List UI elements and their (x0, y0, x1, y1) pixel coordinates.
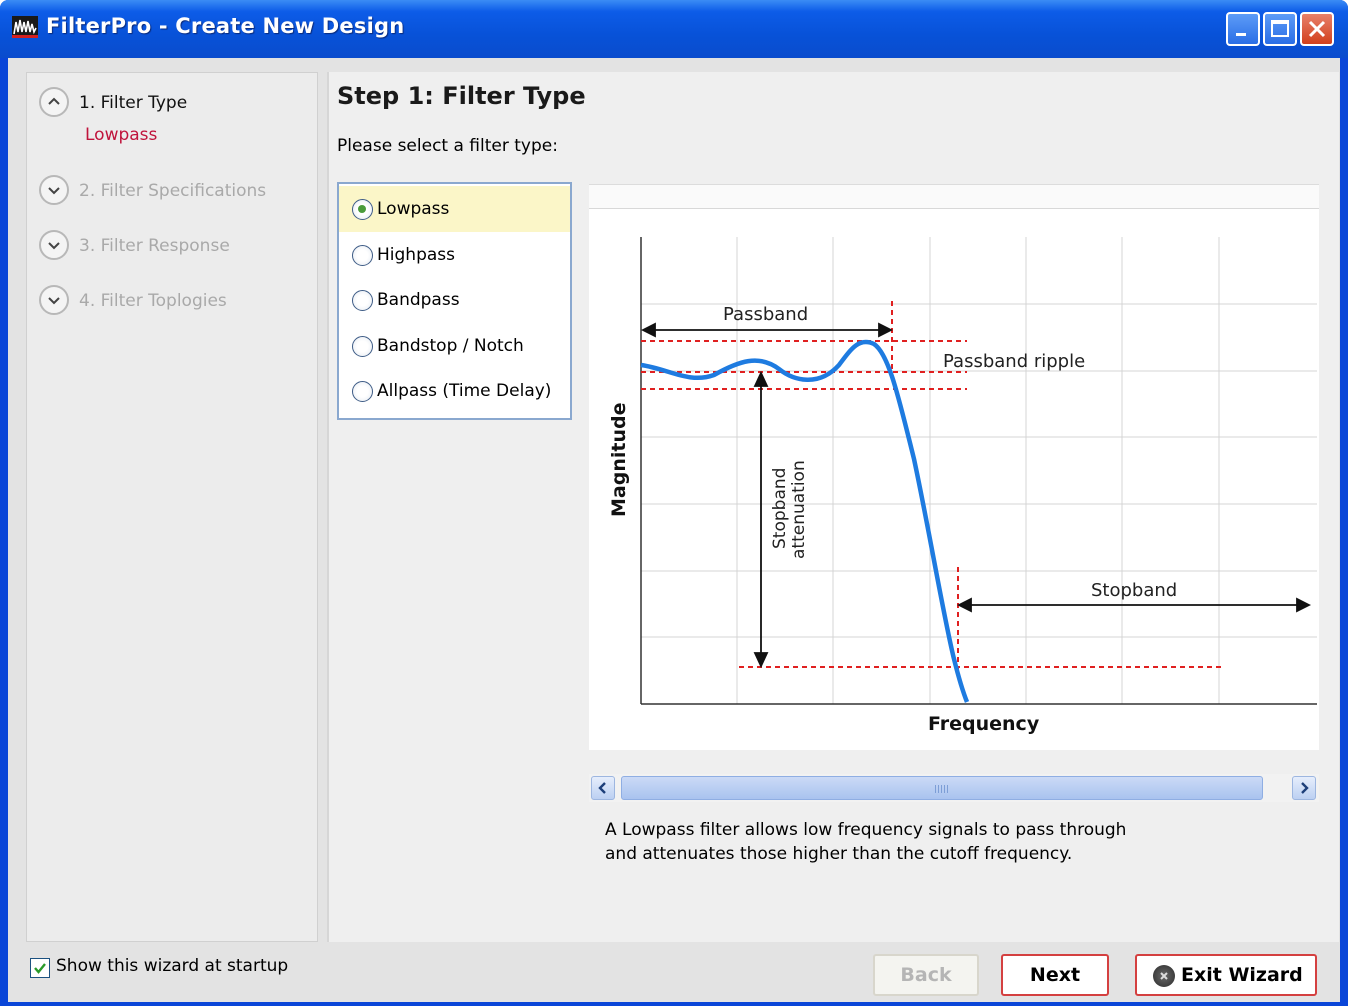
radio-button[interactable] (352, 381, 373, 402)
selected-filter-type: Lowpass (85, 125, 158, 145)
filter-option-label: Bandpass (377, 290, 460, 310)
filter-option-bandpass[interactable]: Bandpass (339, 277, 570, 323)
filter-type-prompt: Please select a filter type: (337, 136, 558, 156)
filter-option-label: Lowpass (377, 199, 450, 219)
scroll-thumb[interactable] (621, 776, 1263, 800)
filterpro-logo-icon (12, 16, 38, 38)
filter-option-label: Allpass (Time Delay) (377, 381, 552, 401)
scroll-right-button[interactable] (1292, 776, 1316, 800)
close-button[interactable] (1300, 12, 1334, 46)
maximize-button[interactable] (1263, 12, 1297, 46)
page-title: Step 1: Filter Type (337, 82, 586, 110)
show-at-startup-label: Show this wizard at startup (56, 956, 289, 976)
step-expand-toggle[interactable] (39, 285, 69, 315)
diagram-canvas: Passband Passband ripple Stopband Stopba… (589, 208, 1319, 750)
minimize-icon (1236, 33, 1246, 36)
radio-button[interactable] (352, 245, 373, 266)
minimize-button[interactable] (1226, 12, 1260, 46)
checkmark-icon (34, 963, 46, 974)
chevron-left-icon (598, 782, 606, 794)
chevron-down-icon (48, 242, 60, 250)
exit-wizard-button[interactable]: Exit Wizard (1135, 954, 1317, 996)
step-label: 3. Filter Response (79, 236, 230, 256)
step-expand-toggle[interactable] (39, 230, 69, 260)
close-circle-icon (1153, 965, 1175, 987)
diagram-horizontal-scrollbar[interactable] (589, 774, 1319, 802)
step-navigator: 1. Filter Type Lowpass 2. Filter Specifi… (26, 72, 318, 942)
next-button[interactable]: Next (1001, 954, 1109, 996)
step-label: 1. Filter Type (79, 93, 188, 113)
step-label: 2. Filter Specifications (79, 181, 267, 201)
scroll-left-button[interactable] (591, 776, 615, 800)
stopband-attenuation-label-line1: Stopband (770, 468, 790, 549)
maximize-icon (1271, 20, 1289, 37)
filter-type-list: Lowpass Highpass Bandpass Bandstop / Not… (337, 182, 572, 420)
passband-label: Passband (723, 304, 808, 325)
x-axis-label: Frequency (928, 713, 1040, 735)
stopband-attenuation-label-line2: attenuation (789, 460, 809, 559)
filter-option-lowpass[interactable]: Lowpass (339, 186, 570, 232)
y-axis-label: Magnitude (608, 403, 630, 517)
chevron-down-icon (48, 187, 60, 195)
filter-description-line: A Lowpass filter allows low frequency si… (605, 820, 1127, 840)
chevron-up-icon (48, 97, 60, 105)
filter-option-highpass[interactable]: Highpass (339, 232, 570, 278)
stopband-label: Stopband (1091, 580, 1177, 601)
step-label: 4. Filter Toplogies (79, 291, 227, 311)
filter-option-bandstop[interactable]: Bandstop / Notch (339, 323, 570, 369)
filter-description: A Lowpass filter allows low frequency si… (605, 818, 1165, 866)
step-collapse-toggle[interactable] (39, 87, 69, 117)
chevron-right-icon (1301, 782, 1309, 794)
exit-wizard-label: Exit Wizard (1181, 964, 1303, 986)
tolerance-markers (641, 301, 1221, 669)
radio-button-selected[interactable] (352, 199, 373, 220)
step-expand-toggle[interactable] (39, 175, 69, 205)
filter-option-label: Bandstop / Notch (377, 336, 524, 356)
close-icon (1308, 20, 1326, 38)
lowpass-response-illustration: Passband Passband ripple Stopband Stopba… (608, 237, 1317, 735)
passband-arrow (640, 322, 894, 338)
show-at-startup-checkbox[interactable] (30, 958, 50, 978)
chevron-down-icon (48, 297, 60, 305)
filter-description-line: and attenuates those higher than the cut… (605, 844, 1073, 864)
wizard-window: FilterPro - Create New Design 1. Filter … (0, 0, 1348, 1006)
filter-option-label: Highpass (377, 245, 455, 265)
filter-response-diagram: Passband Passband ripple Stopband Stopba… (589, 184, 1319, 750)
window-title: FilterPro - Create New Design (46, 14, 405, 38)
radio-button[interactable] (352, 290, 373, 311)
filter-option-allpass[interactable]: Allpass (Time Delay) (339, 368, 570, 414)
radio-button[interactable] (352, 336, 373, 357)
title-bar[interactable]: FilterPro - Create New Design (0, 0, 1348, 58)
passband-ripple-label: Passband ripple (943, 351, 1085, 372)
wizard-client-area: 1. Filter Type Lowpass 2. Filter Specifi… (8, 58, 1340, 1002)
stopband-attenuation-arrow (753, 370, 769, 669)
back-button[interactable]: Back (873, 954, 979, 996)
step-content-panel: Step 1: Filter Type Please select a filt… (327, 72, 1339, 942)
scroll-grip-icon (935, 785, 949, 793)
